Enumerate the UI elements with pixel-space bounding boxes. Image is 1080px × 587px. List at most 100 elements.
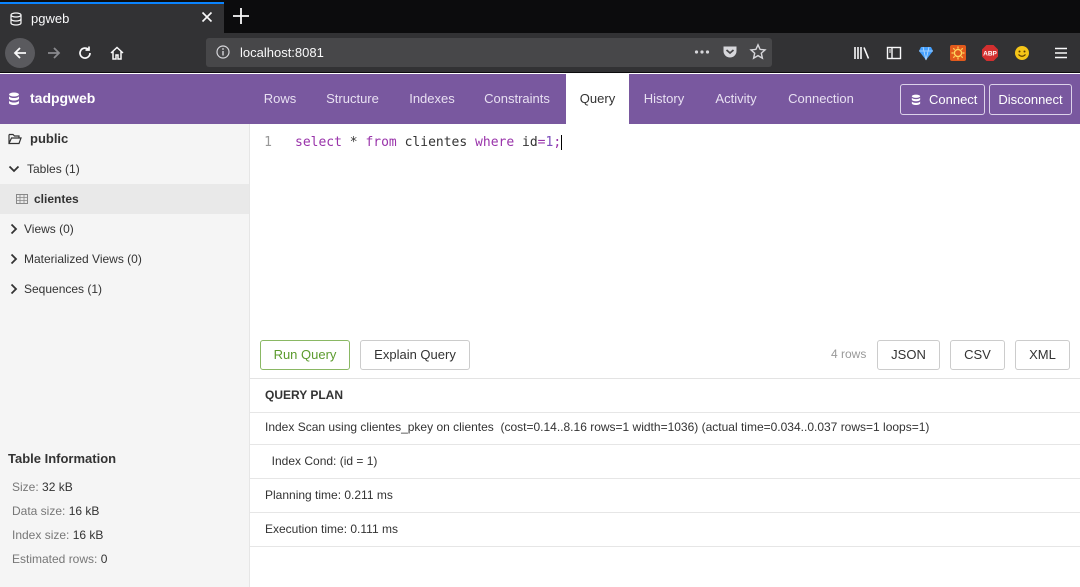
library-button[interactable] [848, 39, 876, 67]
home-icon [110, 46, 124, 60]
tab-indexes[interactable]: Indexes [398, 74, 466, 124]
chevron-down-icon [8, 165, 20, 173]
sidebar-item-materialized-views[interactable]: Materialized Views (0) [0, 244, 249, 274]
bookmark-star-button[interactable] [749, 43, 767, 61]
app-brand: tadpgweb [0, 74, 250, 124]
pocket-button[interactable] [721, 43, 739, 61]
export-csv-button[interactable]: CSV [950, 340, 1005, 370]
forward-button[interactable] [40, 39, 68, 67]
close-tab-icon[interactable] [199, 9, 215, 25]
sun-extension-icon [950, 45, 966, 61]
run-query-button[interactable]: Run Query [260, 340, 350, 370]
chevron-right-icon [10, 223, 18, 235]
extension-emoji-button[interactable] [1008, 39, 1036, 67]
export-xml-button[interactable]: XML [1015, 340, 1070, 370]
info-estimated-rows: Estimated rows: 0 [12, 552, 107, 566]
line-number: 1 [264, 135, 272, 150]
chevron-right-icon [10, 283, 18, 295]
app-title: tadpgweb [30, 90, 96, 106]
database-icon [911, 94, 921, 105]
sidebar-icon [886, 46, 902, 60]
pocket-icon [723, 46, 737, 58]
kw-from: from [365, 135, 397, 150]
results-table: QUERY PLAN Index Scan using clientes_pke… [250, 379, 1080, 587]
extension-sun-button[interactable] [944, 39, 972, 67]
hamburger-menu-icon [1055, 47, 1067, 59]
back-button[interactable] [5, 38, 35, 68]
info-index-size-value: 16 kB [72, 528, 104, 542]
info-icon[interactable] [216, 45, 230, 59]
browser-tab-bar: pgweb [0, 0, 1080, 33]
tab-connection[interactable]: Connection [779, 74, 863, 124]
folder-open-icon [8, 133, 22, 145]
materialized-views-label: Materialized Views (0) [24, 252, 142, 266]
app-header: tadpgweb Rows Structure Indexes Constrai… [0, 74, 1080, 124]
sql-editor[interactable]: 1 select * from clientes where id=1; [250, 124, 1080, 336]
info-data-size-key: Data size: [12, 504, 66, 518]
new-tab-icon[interactable] [230, 5, 252, 27]
tab-activity[interactable]: Activity [703, 74, 769, 124]
info-size: Size: 32 kB [12, 480, 73, 494]
connect-label: Connect [929, 92, 978, 107]
token-star: * [341, 135, 366, 150]
info-data-size: Data size: 16 kB [12, 504, 99, 518]
home-button[interactable] [103, 39, 131, 67]
table-icon [16, 194, 28, 204]
info-data-size-value: 16 kB [68, 504, 100, 518]
info-size-key: Size: [12, 480, 39, 494]
token-semicolon: ; [553, 135, 562, 150]
sidebar-item-views[interactable]: Views (0) [0, 214, 249, 244]
table-cell: Index Cond: (id = 1) [265, 454, 378, 468]
sql-code[interactable]: select * from clientes where id=1; [295, 135, 563, 150]
rows-count: 4 rows [831, 347, 867, 361]
url-text[interactable]: localhost:8081 [240, 45, 324, 60]
extension-gem-button[interactable] [912, 39, 940, 67]
gem-icon [919, 46, 933, 61]
chevron-right-icon [10, 253, 18, 265]
info-estimated-rows-key: Estimated rows: [12, 552, 98, 566]
table-info-title: Table Information [8, 451, 117, 466]
tab-history[interactable]: History [634, 74, 694, 124]
database-icon [10, 12, 22, 26]
explain-query-button[interactable]: Explain Query [360, 340, 470, 370]
sidebar: public Tables (1) clientes Views (0) Mat… [0, 124, 250, 587]
tab-query[interactable]: Query [566, 74, 629, 124]
export-json-button[interactable]: JSON [877, 340, 940, 370]
sidebar-item-sequences[interactable]: Sequences (1) [0, 274, 249, 304]
library-icon [854, 47, 870, 59]
table-cell: Index Scan using clientes_pkey on client… [265, 420, 930, 434]
tab-rows[interactable]: Rows [250, 74, 310, 124]
table-row[interactable]: Execution time: 0.111 ms [250, 513, 1080, 547]
column-header-query-plan: QUERY PLAN [265, 388, 344, 402]
reload-button[interactable] [71, 39, 99, 67]
browser-tab[interactable]: pgweb [0, 2, 224, 33]
info-index-size: Index size: 16 kB [12, 528, 103, 542]
adblock-plus-button[interactable]: ABP [976, 39, 1004, 67]
schema-item-public[interactable]: public [0, 124, 249, 154]
sidebar-item-clientes[interactable]: clientes [0, 184, 249, 214]
database-icon [9, 92, 19, 105]
sidebar-item-tables[interactable]: Tables (1) [0, 154, 249, 184]
connect-button[interactable]: Connect [900, 84, 985, 115]
arrow-right-icon [48, 47, 61, 59]
tab-constraints[interactable]: Constraints [474, 74, 560, 124]
adblock-plus-icon: ABP [982, 45, 998, 61]
page-actions-button[interactable] [693, 43, 711, 61]
tab-structure[interactable]: Structure [314, 74, 391, 124]
token-operator: = [537, 135, 546, 150]
menu-button[interactable] [1047, 39, 1075, 67]
browser-toolbar: localhost:8081 ABP [0, 33, 1080, 73]
table-row[interactable]: Planning time: 0.211 ms [250, 479, 1080, 513]
disconnect-button[interactable]: Disconnect [989, 84, 1072, 115]
sidebar-toggle-button[interactable] [880, 39, 908, 67]
arrow-left-icon [13, 47, 26, 59]
info-estimated-rows-value: 0 [100, 552, 108, 566]
table-row[interactable]: Index Scan using clientes_pkey on client… [250, 411, 1080, 445]
token-column: id [514, 135, 538, 150]
table-row[interactable]: Index Cond: (id = 1) [250, 445, 1080, 479]
url-bar[interactable]: localhost:8081 [206, 38, 772, 67]
browser-tab-title: pgweb [31, 11, 70, 26]
smiley-icon [1015, 46, 1029, 60]
text-cursor [561, 135, 563, 150]
schema-label: public [30, 131, 69, 146]
